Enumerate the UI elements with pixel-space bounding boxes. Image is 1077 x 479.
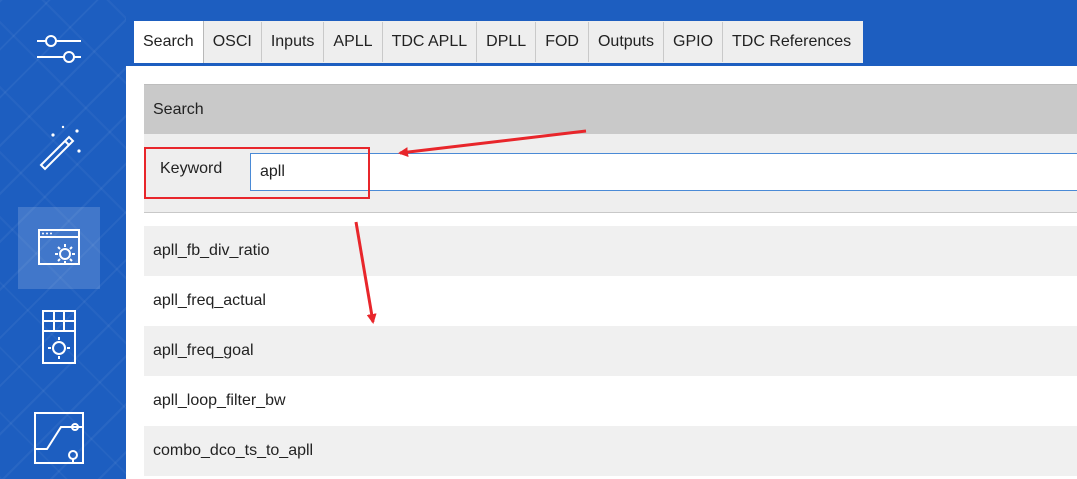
tab-search[interactable]: Search — [134, 21, 204, 63]
tab-outputs[interactable]: Outputs — [588, 22, 664, 62]
result-item[interactable]: combo_dco_ts_to_apll — [144, 426, 1077, 476]
tab-tdc-references[interactable]: TDC References — [723, 22, 864, 62]
tab-fod[interactable]: FOD — [536, 22, 589, 62]
tab-osci[interactable]: OSCI — [203, 22, 262, 62]
search-section-header: Search — [144, 84, 1077, 134]
tab-apll[interactable]: APLL — [324, 22, 383, 62]
result-item[interactable]: apll_freq_goal — [144, 326, 1077, 376]
result-item[interactable]: apll_freq_actual — [144, 276, 1077, 326]
tab-tdc-apll[interactable]: TDC APLL — [382, 22, 478, 62]
tab-inputs[interactable]: Inputs — [261, 22, 325, 62]
sidebar-item-wizard[interactable] — [18, 106, 100, 188]
sliders-icon — [37, 35, 81, 63]
circuit-switch-icon — [34, 412, 84, 464]
results-list: apll_fb_div_ratio apll_freq_actual apll_… — [144, 226, 1077, 476]
result-item[interactable]: apll_loop_filter_bw — [144, 376, 1077, 426]
tab-gpio[interactable]: GPIO — [664, 22, 724, 62]
left-sidebar — [0, 0, 126, 479]
grid-settings-icon — [42, 310, 76, 364]
search-header-label: Search — [153, 100, 204, 118]
sidebar-item-table[interactable] — [18, 296, 100, 378]
sidebar-item-registers[interactable] — [18, 207, 100, 289]
result-item[interactable]: apll_fb_div_ratio — [144, 226, 1077, 276]
window-settings-icon — [38, 229, 80, 265]
tab-dpll[interactable]: DPLL — [477, 22, 537, 62]
keyword-input[interactable] — [250, 153, 1077, 191]
sidebar-item-routing[interactable] — [18, 396, 100, 478]
keyword-label: Keyword — [160, 160, 223, 177]
sidebar-item-settings[interactable] — [18, 8, 100, 90]
magic-wand-icon — [39, 125, 81, 171]
tab-bar: Search OSCI Inputs APLL TDC APLL DPLL FO… — [134, 21, 864, 63]
